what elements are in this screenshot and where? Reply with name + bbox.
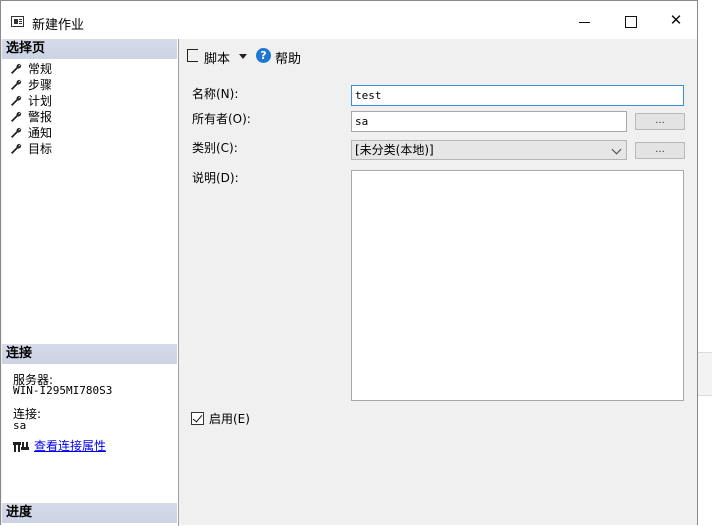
page-item-steps[interactable]: 步骤 <box>8 77 52 93</box>
window-icon <box>11 16 24 27</box>
description-textarea[interactable] <box>351 170 684 401</box>
owner-label: 所有者(O): <box>192 112 251 126</box>
view-connection-properties-link[interactable]: 查看连接属性 <box>34 437 106 454</box>
enabled-label: 启用(E) <box>209 412 250 426</box>
enabled-checkbox[interactable] <box>191 412 204 425</box>
background-window-edge <box>698 352 712 396</box>
progress-header: 进度 <box>2 503 177 523</box>
page-item-schedules[interactable]: 计划 <box>8 93 52 109</box>
category-browse-button[interactable]: ... <box>635 142 685 159</box>
description-label: 说明(D): <box>192 171 239 185</box>
connection-header: 连接 <box>2 344 177 364</box>
page-item-label: 常规 <box>28 62 53 76</box>
page-item-targets[interactable]: 目标 <box>8 141 52 157</box>
checkmark-icon <box>192 412 203 423</box>
minimize-button[interactable] <box>561 1 607 39</box>
wrench-icon <box>11 79 22 90</box>
title-bar: 新建作业 ✕ <box>1 1 697 39</box>
maximize-button[interactable] <box>607 1 653 39</box>
wrench-icon <box>11 143 22 154</box>
page-item-general[interactable]: 常规 <box>8 61 52 77</box>
close-icon: ✕ <box>669 11 683 29</box>
select-page-header: 选择页 <box>2 39 177 59</box>
page-item-notifications[interactable]: 通知 <box>8 125 52 141</box>
wrench-icon <box>11 95 22 106</box>
page-item-label: 警报 <box>28 110 53 124</box>
window-title: 新建作业 <box>32 18 85 33</box>
wrench-icon <box>11 63 22 74</box>
name-input[interactable]: test <box>351 85 684 106</box>
left-panel: 选择页 常规 步骤 计划 警报 通知 目标 连接 服务器: WIN-I295MI… <box>2 39 179 526</box>
wrench-icon <box>11 111 22 122</box>
page-item-label: 计划 <box>28 94 53 108</box>
category-label: 类别(C): <box>192 141 238 155</box>
new-job-window: 新建作业 ✕ 选择页 常规 步骤 计划 警报 通知 目标 连接 服务器: WIN… <box>0 0 698 526</box>
chevron-down-icon <box>611 144 622 155</box>
server-value: WIN-I295MI780S3 <box>13 384 113 397</box>
page-item-label: 目标 <box>28 142 53 156</box>
script-dropdown-arrow-icon[interactable] <box>239 54 247 59</box>
page-list: 常规 步骤 计划 警报 通知 目标 <box>8 61 52 157</box>
script-button[interactable]: 脚本 <box>204 48 230 67</box>
help-button[interactable]: 帮助 <box>275 48 301 67</box>
maximize-icon <box>625 16 637 28</box>
help-icon[interactable]: ? <box>256 48 271 63</box>
close-button[interactable]: ✕ <box>653 1 699 39</box>
category-select[interactable]: [未分类(本地)] <box>351 140 627 160</box>
category-value: [未分类(本地)] <box>355 143 434 157</box>
connection-value: sa <box>13 419 27 432</box>
minimize-icon <box>579 22 590 23</box>
script-icon <box>187 49 198 62</box>
page-item-label: 通知 <box>28 126 53 140</box>
wrench-icon <box>11 127 22 138</box>
owner-input[interactable]: sa <box>351 111 627 132</box>
name-label: 名称(N): <box>192 87 239 101</box>
page-item-label: 步骤 <box>28 78 53 92</box>
plug-icon <box>13 442 29 452</box>
page-item-alerts[interactable]: 警报 <box>8 109 52 125</box>
owner-browse-button[interactable]: ... <box>635 113 685 130</box>
